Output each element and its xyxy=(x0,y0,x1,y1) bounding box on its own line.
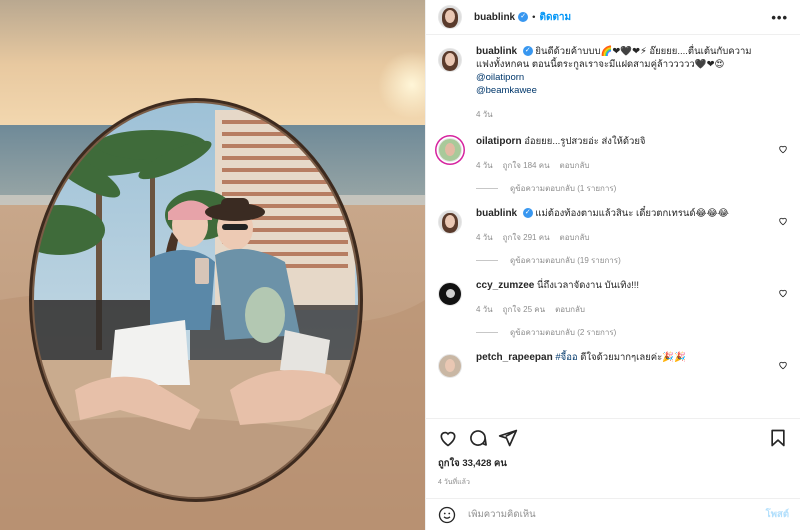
comment-likes[interactable]: ถูกใจ 25 คน xyxy=(503,303,545,316)
post-time[interactable]: 4 วันที่แล้ว xyxy=(426,471,800,488)
more-options-icon[interactable]: ••• xyxy=(771,10,788,25)
verified-badge-icon: ✓ xyxy=(518,12,529,22)
comment-text: แม่ต้องท้องตามแล้วสินะ เดี๋ยวตกเทรนด์😂😂😂 xyxy=(535,208,729,219)
post-side-panel: buablink ✓ • ติดตาม ••• buablink ✓ ยินดี… xyxy=(425,0,800,530)
emoji-icon[interactable] xyxy=(438,506,456,524)
comment-text: นี่ถึงเวลาจัดงาน บันเทิง!!! xyxy=(537,280,640,291)
comment-text: อ๋อยยย...รูปสวยอ่ะ ส่งให้ด้วยจิ xyxy=(524,136,646,147)
action-bar xyxy=(426,418,800,456)
comment-likes[interactable]: ถูกใจ 291 คน xyxy=(503,231,550,244)
share-icon[interactable] xyxy=(498,428,518,448)
comment-username[interactable]: ccy_zumzee xyxy=(476,280,534,291)
comment-time[interactable]: 4 วัน xyxy=(476,231,493,244)
comment-text: ดีใจด้วยมากๆเลยค่ะ🎉🎉 xyxy=(580,352,686,363)
comment-username[interactable]: petch_rapeepan xyxy=(476,352,553,363)
reply-button[interactable]: ตอบกลับ xyxy=(555,303,585,316)
reply-button[interactable]: ตอบกลับ xyxy=(560,231,590,244)
verified-badge-icon: ✓ xyxy=(522,208,533,219)
separator-dot: • xyxy=(532,11,536,23)
view-replies-label: ดูข้อความตอบกลับ (2 รายการ) xyxy=(510,328,617,337)
post-comment-button[interactable]: โพสต์ xyxy=(766,507,789,522)
view-replies-label: ดูข้อความตอบกลับ (1 รายการ) xyxy=(510,184,617,193)
likes-count[interactable]: ถูกใจ 33,428 คน xyxy=(426,456,800,471)
comment-time[interactable]: 4 วัน xyxy=(476,159,493,172)
comment-username[interactable]: oilatiporn xyxy=(476,136,522,147)
caption-text: ยินดีด้วยค้าบบบ🌈❤🖤❤⚡ อ๊ยยยย....ตื่นเต้นก… xyxy=(476,46,752,70)
beach-mirror-photo xyxy=(0,0,425,530)
avatar[interactable] xyxy=(438,48,462,72)
verified-badge-icon: ✓ xyxy=(522,46,533,57)
avatar[interactable] xyxy=(438,138,462,162)
heart-icon[interactable] xyxy=(778,360,788,370)
avatar[interactable] xyxy=(438,210,462,234)
avatar[interactable] xyxy=(438,5,462,29)
view-replies-label: ดูข้อความตอบกลับ (19 รายการ) xyxy=(510,256,621,265)
caption-username[interactable]: buablink xyxy=(476,46,517,57)
view-replies-button[interactable]: ดูข้อความตอบกลับ (1 รายการ) xyxy=(476,182,788,195)
comment-username[interactable]: buablink xyxy=(476,208,517,219)
comment-item: ccy_zumzee นี่ถึงเวลาจัดงาน บันเทิง!!! 4… xyxy=(438,279,788,316)
bookmark-icon[interactable] xyxy=(768,428,788,448)
follow-button[interactable]: ติดตาม xyxy=(539,10,571,25)
instagram-post: buablink ✓ • ติดตาม ••• buablink ✓ ยินดี… xyxy=(0,0,800,530)
caption: buablink ✓ ยินดีด้วยค้าบบบ🌈❤🖤❤⚡ อ๊ยยยย..… xyxy=(438,45,788,121)
comment-input[interactable] xyxy=(468,509,766,520)
reply-button[interactable]: ตอบกลับ xyxy=(560,159,590,172)
comment-time[interactable]: 4 วัน xyxy=(476,303,493,316)
heart-icon[interactable] xyxy=(778,144,788,154)
heart-icon[interactable] xyxy=(778,216,788,226)
heart-icon[interactable] xyxy=(778,288,788,298)
add-comment-bar: โพสต์ xyxy=(426,498,800,530)
comment-item: petch_rapeepan #จี้ออ ดีใจด้วยมากๆเลยค่ะ… xyxy=(438,351,788,378)
comment-item: oilatiporn อ๋อยยย...รูปสวยอ่ะ ส่งให้ด้วย… xyxy=(438,135,788,172)
post-photo[interactable] xyxy=(0,0,425,530)
comment-likes[interactable]: ถูกใจ 184 คน xyxy=(503,159,550,172)
view-replies-button[interactable]: ดูข้อความตอบกลับ (2 รายการ) xyxy=(476,326,788,339)
post-header: buablink ✓ • ติดตาม ••• xyxy=(426,0,800,35)
caption-time[interactable]: 4 วัน xyxy=(476,108,493,121)
header-username[interactable]: buablink xyxy=(474,12,515,23)
comment-item: buablink ✓ แม่ต้องท้องตามแล้วสินะ เดี๋ยว… xyxy=(438,207,788,244)
hashtag-link[interactable]: #จี้ออ xyxy=(555,352,577,363)
heart-icon[interactable] xyxy=(438,428,458,448)
avatar[interactable] xyxy=(438,282,462,306)
mention-link[interactable]: @beamkawee xyxy=(476,85,537,96)
comment-icon[interactable] xyxy=(468,428,488,448)
view-replies-button[interactable]: ดูข้อความตอบกลับ (19 รายการ) xyxy=(476,254,788,267)
avatar[interactable] xyxy=(438,354,462,378)
comments-list: buablink ✓ ยินดีด้วยค้าบบบ🌈❤🖤❤⚡ อ๊ยยยย..… xyxy=(426,35,800,418)
mention-link[interactable]: @oilatiporn xyxy=(476,72,524,83)
